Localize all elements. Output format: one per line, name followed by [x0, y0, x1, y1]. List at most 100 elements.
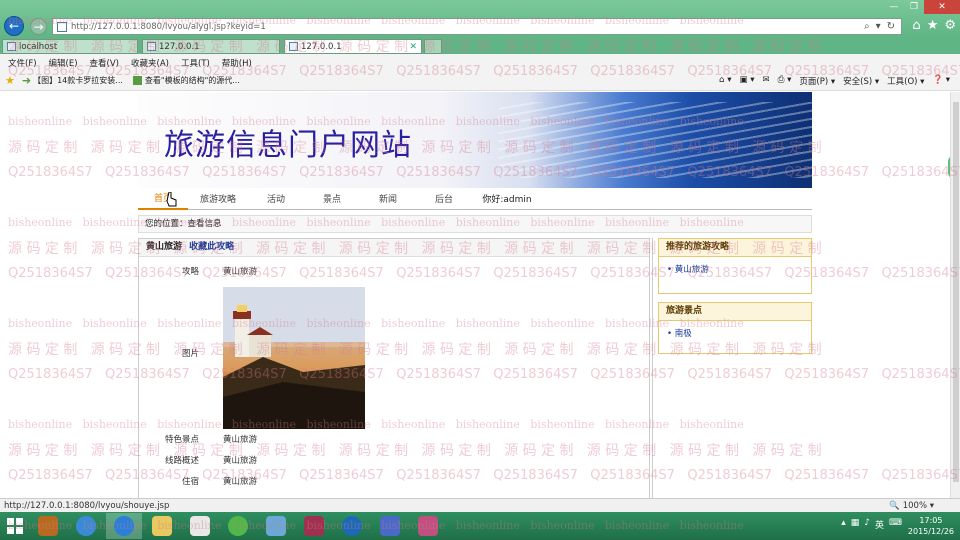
recommended-guide-link[interactable]: 黄山旅游	[675, 265, 709, 275]
tray-volume-icon[interactable]: ♪	[864, 518, 870, 531]
address-url[interactable]: http://127.0.0.1:8080/lvyou/alygl.jsp?ke…	[71, 22, 864, 32]
start-button[interactable]	[0, 512, 30, 540]
tab-localhost[interactable]: localhost	[2, 39, 138, 54]
field-value-features: 黄山旅游	[223, 435, 258, 445]
nav-news[interactable]: 新闻	[360, 192, 416, 205]
tab-label: 127.0.0.1	[159, 41, 200, 52]
tourist-spots-title: 旅游景点	[659, 303, 811, 321]
tab-127-active[interactable]: 127.0.0.1 ✕	[284, 39, 422, 54]
taskbar: ▴ ▦ ♪ 英 ⌨ 17:05 2015/12/26	[0, 512, 960, 540]
print-icon[interactable]: ⎙ ▾	[778, 75, 792, 87]
scrollbar-thumb[interactable]	[953, 102, 959, 482]
vertical-scrollbar[interactable]	[950, 92, 960, 498]
back-arrow-icon: ←	[8, 19, 20, 33]
recommended-guides-panel: 推荐的旅游攻略 • 黄山旅游	[658, 238, 812, 294]
taskbar-app-network[interactable]	[372, 513, 408, 539]
nav-home[interactable]: 首页	[138, 188, 188, 210]
menu-view[interactable]: 查看(V)	[90, 57, 119, 69]
system-clock[interactable]: 17:05 2015/12/26	[908, 515, 954, 537]
address-bar[interactable]: http://127.0.0.1:8080/lvyou/alygl.jsp?ke…	[52, 18, 902, 35]
command-bar: ⌂ ▾ ▣ ▾ ✉ ⎙ ▾ 页面(P) ▾ 安全(S) ▾ 工具(O) ▾ ❓ …	[719, 75, 950, 87]
favorites-star-icon[interactable]: ★	[5, 74, 15, 87]
menu-file[interactable]: 文件(F)	[8, 57, 37, 69]
lighthouse-photo	[223, 287, 365, 429]
java-icon	[190, 516, 210, 536]
nav-admin[interactable]: 后台	[416, 192, 472, 205]
field-label-picture: 图片	[181, 349, 199, 359]
menu-tools[interactable]: 工具(T)	[181, 57, 210, 69]
tray-network-icon[interactable]: ▦	[851, 518, 860, 531]
address-tools: ⌕ ▾ ↻	[864, 21, 901, 32]
tab-label: 127.0.0.1	[301, 41, 342, 52]
forward-button[interactable]: →	[30, 18, 47, 35]
tray-ime-icon[interactable]: 英	[875, 518, 884, 531]
status-url: http://127.0.0.1:8080/lvyou/shouye.jsp	[4, 500, 170, 511]
tourist-spot-link[interactable]: 南极	[675, 329, 692, 339]
detail-title: 黄山旅游	[146, 242, 183, 252]
menu-favorites[interactable]: 收藏夹(A)	[131, 57, 169, 69]
taskbar-app-tool[interactable]	[258, 513, 294, 539]
lighthouse-illustration	[223, 287, 365, 429]
favorite-guide-link[interactable]: 收藏此攻略	[189, 242, 234, 252]
taskbar-app-ie[interactable]	[106, 513, 142, 539]
nav-spots[interactable]: 景点	[304, 192, 360, 205]
taskbar-app-winrar[interactable]	[296, 513, 332, 539]
tourist-spot-item[interactable]: • 南极	[659, 321, 811, 339]
close-window-icon[interactable]: ✕	[924, 0, 960, 14]
favorite-item[interactable]: 【图】14款卡罗拉安装...	[33, 75, 123, 86]
site-nav: 首页 旅游攻略 活动 景点 新闻 后台 你好:admin	[138, 188, 812, 210]
window-controls: — ❐ ✕	[884, 0, 960, 14]
maximize-icon[interactable]: ❐	[904, 0, 924, 14]
favorite-item[interactable]: 查看"模板的结构"的源代...	[132, 75, 240, 86]
home-icon[interactable]: ⌂	[912, 18, 920, 33]
recommended-guides-title: 推荐的旅游攻略	[659, 239, 811, 257]
tab-127-a[interactable]: 127.0.0.1	[142, 39, 280, 54]
close-tab-icon[interactable]: ✕	[409, 42, 417, 52]
taskbar-app-books[interactable]	[30, 513, 66, 539]
taskbar-app-player[interactable]	[220, 513, 256, 539]
taskbar-app-winrar2[interactable]	[410, 513, 446, 539]
favorites-star-icon[interactable]: ★	[927, 18, 939, 33]
tray-up-icon[interactable]: ▴	[841, 518, 846, 531]
cmd-page[interactable]: 页面(P) ▾	[799, 75, 835, 87]
detail-header: 黄山旅游 收藏此攻略	[139, 239, 649, 257]
cmd-safety[interactable]: 安全(S) ▾	[843, 75, 879, 87]
field-label-guide: 攻略	[181, 267, 199, 277]
minimize-icon[interactable]: —	[884, 0, 904, 14]
taskbar-app-k[interactable]	[334, 513, 370, 539]
sync-app-icon	[76, 516, 96, 536]
menu-help[interactable]: 帮助(H)	[222, 57, 252, 69]
web-slice-icon	[132, 76, 142, 85]
tourist-spots-panel: 旅游景点 • 南极	[658, 302, 812, 354]
favorite-label: 【图】14款卡罗拉安装...	[33, 76, 123, 85]
mail-icon[interactable]: ✉	[763, 75, 770, 87]
taskbar-app-java[interactable]	[182, 513, 218, 539]
screen: ← → http://127.0.0.1:8080/lvyou/alygl.js…	[0, 0, 960, 540]
tray-keyboard-icon[interactable]: ⌨	[889, 518, 902, 531]
recommended-guide-item[interactable]: • 黄山旅游	[659, 257, 811, 275]
menu-edit[interactable]: 编辑(E)	[49, 57, 78, 69]
add-favorite-icon[interactable]: ➜	[22, 74, 31, 87]
zoom-level[interactable]: 🔍 100% ▾	[889, 501, 934, 511]
windows-logo-icon	[7, 518, 23, 534]
dropdown-icon[interactable]: ▾	[876, 21, 881, 32]
page-viewport: 旅游信息门户网站 首页 旅游攻略 活动 景点 新闻 后台 你好:admin 您的…	[0, 92, 950, 498]
home-cmd-icon[interactable]: ⌂ ▾	[719, 75, 731, 87]
cmd-help[interactable]: ❓ ▾	[932, 75, 950, 87]
feeds-icon[interactable]: ▣ ▾	[740, 75, 755, 87]
page-icon	[289, 42, 298, 51]
new-tab-button[interactable]	[424, 39, 442, 54]
taskbar-app-explorer[interactable]	[144, 513, 180, 539]
nav-activities[interactable]: 活动	[248, 192, 304, 205]
back-button[interactable]: ←	[4, 16, 24, 36]
taskbar-app-sync[interactable]	[68, 513, 104, 539]
search-icon[interactable]: ⌕	[864, 21, 870, 32]
browser-title-bar: ← → http://127.0.0.1:8080/lvyou/alygl.js…	[0, 0, 960, 38]
site-banner: 旅游信息门户网站	[138, 92, 818, 188]
field-label-route: 线路概述	[164, 456, 199, 466]
nav-guides[interactable]: 旅游攻略	[188, 192, 248, 205]
cmd-tools[interactable]: 工具(O) ▾	[887, 75, 924, 87]
refresh-icon[interactable]: ↻	[887, 21, 895, 32]
site-favicon-icon	[57, 21, 67, 32]
settings-gear-icon[interactable]: ⚙	[944, 18, 956, 33]
